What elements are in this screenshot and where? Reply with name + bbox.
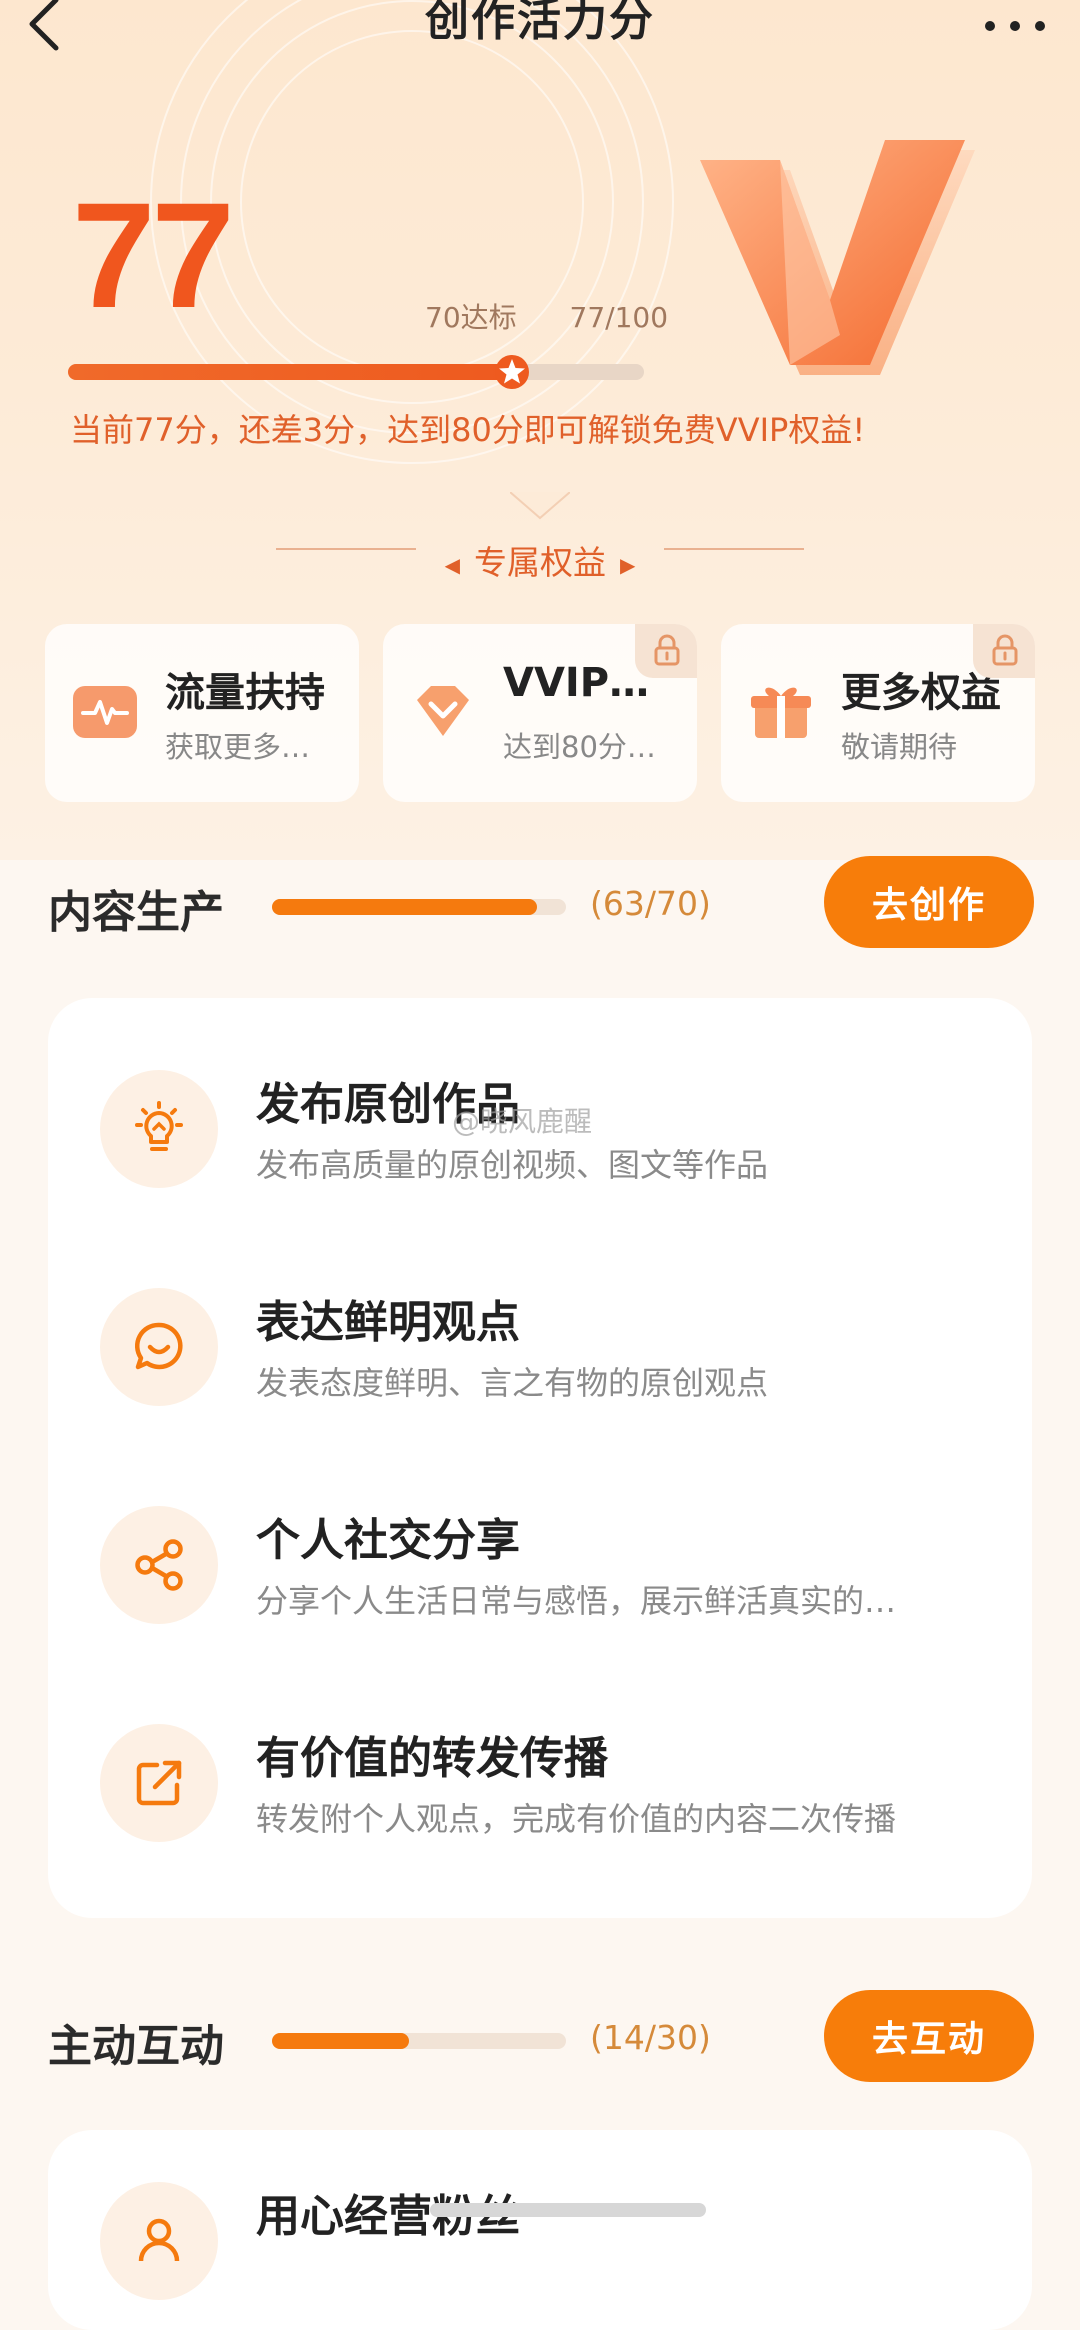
home-indicator[interactable] (430, 2203, 706, 2217)
benefit-card-traffic[interactable]: 流量扶持 获取更多… (45, 624, 359, 802)
benefit-desc: 达到80分… (503, 730, 656, 764)
lightbulb-icon (135, 1101, 183, 1151)
task-icon-circle (100, 1070, 218, 1188)
benefit-card-vvip[interactable]: VVIP… 达到80分… (383, 624, 697, 802)
task-icon-circle (100, 1506, 218, 1624)
chat-bubble-icon (135, 1322, 183, 1370)
diamond-icon (417, 686, 469, 736)
score-progress-bar (68, 364, 644, 380)
go-create-button[interactable]: 去创作 (824, 856, 1034, 948)
share-icon (135, 1539, 183, 1591)
benefit-card-more[interactable]: 更多权益 敬请期待 (721, 624, 1035, 802)
task-name: 表达鲜明观点 (256, 1297, 520, 1348)
task-name: 有价值的转发传播 (256, 1733, 608, 1784)
score-progress-fill (68, 364, 512, 380)
heartbeat-icon (73, 686, 137, 738)
hero-pointer (510, 492, 570, 520)
task-icon-circle (100, 1288, 218, 1406)
task-desc: 转发附个人观点，完成有价值的内容二次传播 (256, 1800, 897, 1838)
task-name: 个人社交分享 (256, 1515, 520, 1566)
top-bar: 创作活力分 (0, 0, 1080, 60)
score-message: 当前77分，还差3分，达到80分即可解锁免费VVIP权益! (70, 411, 866, 449)
arrow-right-icon: ▶ (620, 552, 636, 577)
lock-badge (635, 624, 697, 678)
forward-icon (136, 1760, 182, 1806)
more-icon[interactable] (980, 16, 1050, 36)
section-progress-bar (272, 899, 566, 915)
section-count: (14/30) (590, 2018, 711, 2057)
task-item-social-share[interactable]: 个人社交分享 分享个人生活日常与感悟，展示鲜活真实的… (48, 1464, 1032, 1644)
section-title: 内容生产 (48, 887, 224, 938)
score-progress-labels: 70达标 77/100 (425, 296, 712, 336)
section-count: (63/70) (590, 884, 711, 923)
task-desc: 发表态度鲜明、言之有物的原创观点 (256, 1364, 769, 1402)
lock-icon (992, 634, 1018, 666)
threshold-label: 70达标 (425, 301, 517, 334)
task-icon-circle (100, 1724, 218, 1842)
task-item-express-opinion[interactable]: 表达鲜明观点 发表态度鲜明、言之有物的原创观点 (48, 1246, 1032, 1426)
task-item-manage-fans[interactable]: 用心经营粉丝 (48, 2140, 1032, 2320)
rights-title: ◀ 专属权益 ▶ (0, 536, 1080, 584)
section-content-production: 内容生产 (63/70) 去创作 (0, 856, 1080, 952)
vvip-logo-icon (700, 140, 975, 375)
rights-title-text: 专属权益 (474, 543, 606, 582)
section-progress-fill (272, 899, 537, 915)
benefit-name: VVIP… (503, 660, 650, 706)
lock-icon (654, 634, 680, 666)
benefit-name: 流量扶持 (165, 670, 325, 716)
star-icon (494, 355, 529, 389)
task-desc: 分享个人生活日常与感悟，展示鲜活真实的… (256, 1582, 897, 1620)
watermark: @晓风鹿醒 (452, 1105, 593, 1138)
lock-badge (973, 624, 1035, 678)
section-progress-fill (272, 2033, 410, 2049)
task-desc: 发布高质量的原创视频、图文等作品 (256, 1146, 769, 1184)
score-ratio-label: 77/100 (569, 301, 669, 334)
benefit-desc: 敬请期待 (841, 730, 958, 764)
section-title: 主动互动 (48, 2021, 224, 2072)
user-heart-icon (138, 2218, 180, 2262)
section-active-interaction: 主动互动 (14/30) 去互动 (0, 1990, 1080, 2086)
gift-icon (751, 687, 811, 738)
arrow-left-icon: ◀ (444, 552, 460, 577)
benefit-desc: 获取更多… (165, 730, 311, 764)
task-icon-circle (100, 2182, 218, 2300)
task-item-valuable-forward[interactable]: 有价值的转发传播 转发附个人观点，完成有价值的内容二次传播 (48, 1682, 1032, 1862)
go-interact-button[interactable]: 去互动 (824, 1990, 1034, 2082)
score-value: 77 (72, 171, 235, 339)
task-list-card: 用心经营粉丝 (48, 2130, 1032, 2330)
section-progress-bar (272, 2033, 566, 2049)
page-title: 创作活力分 (425, 0, 655, 46)
